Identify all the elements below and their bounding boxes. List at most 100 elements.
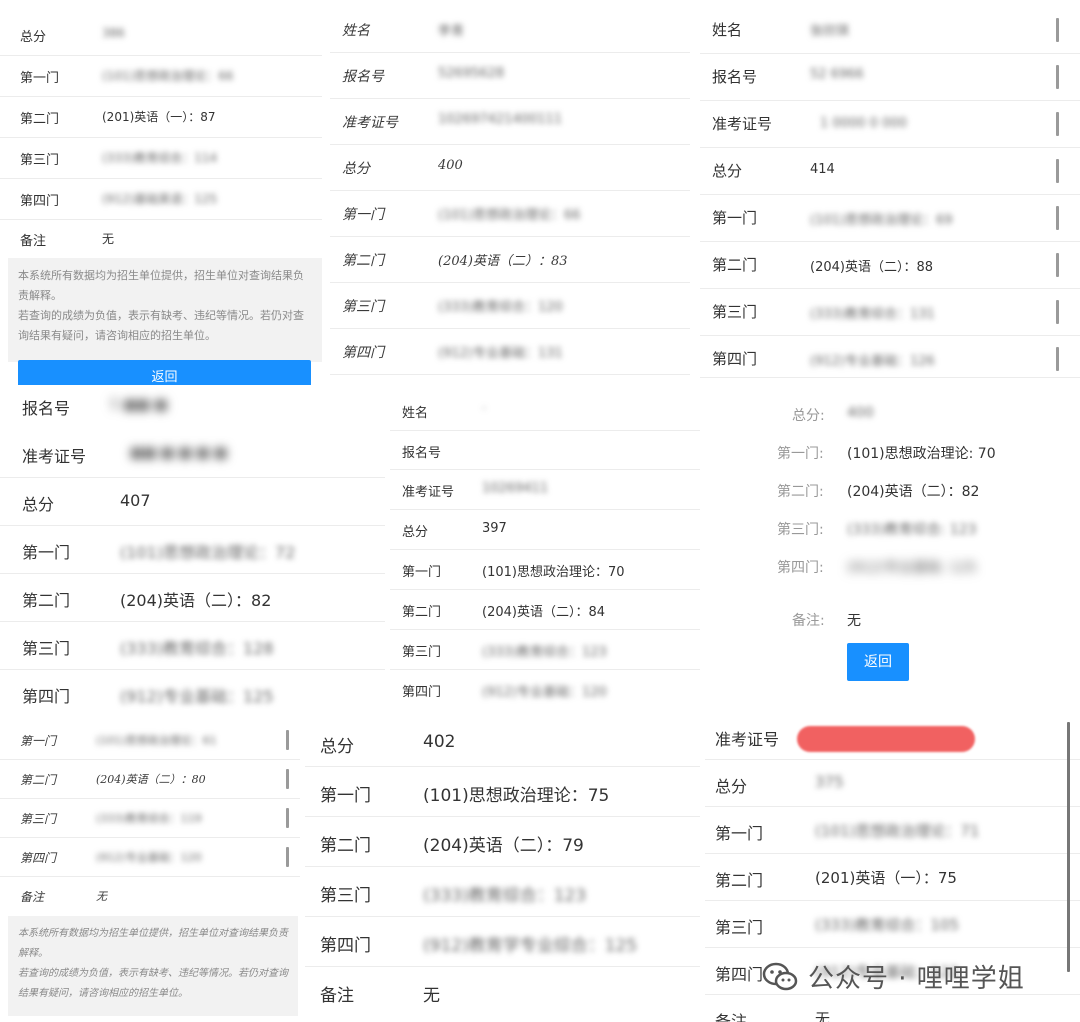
total-score-value: 414	[810, 162, 835, 177]
table-row: 第四门 (912)专业基础：120	[390, 669, 700, 709]
total-score-value: 407	[120, 491, 151, 510]
row-label: 第四门	[402, 685, 442, 700]
exam-ticket-value: 1 0000 0 000	[820, 116, 907, 131]
scrollbar-mark	[1056, 65, 1059, 89]
table-row: 第四门 (912)专业基础：126	[700, 335, 1080, 378]
score-panel-6: 总分: 400 第一门: (101)思想政治理论: 70 第二门: (204)英…	[705, 390, 1080, 700]
table-row: 第四门 (912)专业基础：120	[0, 837, 300, 877]
table-row: 第四门 (912)基础英语：125	[0, 178, 322, 220]
table-row: 第一门 (101)思想政治理论：61	[0, 720, 300, 760]
score-panel-8: 总分 402 第一门 (101)思想政治理论：75 第二门 (204)英语（二）…	[305, 718, 700, 1022]
row-label: 备注	[715, 1012, 748, 1022]
row-label: 准考证号	[342, 115, 398, 131]
row-label: 第一门	[320, 786, 371, 806]
table-row: 备注 无	[305, 966, 700, 1016]
score-panel-2: 姓名 李青 报名号 52695628 准考证号 102697421400111 …	[330, 0, 690, 380]
table-row: 第一门 (101)思想政治理论：66	[0, 55, 322, 97]
row-label: 总分	[715, 777, 748, 796]
table-row: 备注 无	[0, 876, 300, 914]
subject-3-value: (333)教育综合：105	[815, 916, 959, 934]
row-label: 第四门	[712, 350, 758, 368]
name-value: ·	[482, 402, 487, 417]
table-row: 第二门 (201)英语（一）：75	[705, 853, 1080, 901]
scrollbar-mark	[1056, 253, 1059, 277]
row-label: 第一门	[342, 207, 384, 223]
row-label: 总分	[342, 161, 370, 177]
subject-4-value: (912)专业基础：131	[438, 346, 563, 361]
score-panel-3: 姓名 张欣琪 报名号 52 6966 准考证号 1 0000 0 000 总分 …	[700, 0, 1080, 385]
scrollbar-mark	[1056, 206, 1059, 230]
subject-3-value: (333)教育综合：120	[438, 300, 563, 315]
table-row: 准考证号	[705, 712, 1080, 760]
row-label: 准考证号	[715, 730, 780, 749]
name-value: 张欣琪	[810, 24, 850, 39]
subject-1-value: (101)思想政治理论: 70	[847, 446, 996, 462]
subject-2-value: (201)英语（一）：87	[102, 110, 216, 124]
table-row: 第二门 (204)英语（二）：83	[330, 236, 690, 283]
subject-1-value: (101)思想政治理论：61	[96, 734, 217, 747]
subject-3-value: (333)教育综合：131	[810, 307, 935, 322]
notice-text: 本系统所有数据均为招生单位提供，招生单位对查询结果负责解释。	[18, 928, 288, 959]
table-row: 第二门 (204)英语（二）：79	[305, 816, 700, 867]
row-label: 第四门	[320, 936, 371, 956]
total-score-value: 402	[423, 732, 456, 752]
table-row: 第一门 (101)思想政治理论：71	[705, 806, 1080, 854]
row-label: 第二门	[20, 112, 60, 127]
table-row: 第一门 (101)思想政治理论：69	[700, 194, 1080, 242]
subject-1-value: (101)思想政治理论：66	[102, 69, 234, 83]
exam-ticket-value: 102697421400111	[438, 112, 563, 127]
row-label: 第一门:	[777, 446, 824, 462]
scrollbar-mark	[286, 808, 289, 828]
remark-value: 无	[102, 232, 115, 246]
table-row: 总分 414	[700, 147, 1080, 195]
table-row: 总分 400	[330, 144, 690, 191]
subject-3-value: (333)教育综合：114	[102, 151, 218, 165]
scrollbar-mark	[1056, 347, 1059, 371]
table-row: 第二门 (204)英语（二）：82	[0, 573, 385, 622]
table-row: 第三门 (333)教育综合：123	[390, 629, 700, 670]
subject-1-value: (101)思想政治理论：75	[423, 786, 610, 806]
subject-3-value: (333)教育综合：119	[96, 812, 202, 825]
notice-text: 若查询的成绩为负值，表示有缺考、违纪等情况。若仍对查询结果有疑问，请咨询相应的招…	[18, 309, 304, 342]
row-label: 报名号	[712, 68, 758, 86]
row-label: 报名号	[402, 446, 442, 461]
row-label: 姓名	[342, 23, 370, 39]
subject-3-value: (333)教育综合：123	[482, 645, 607, 660]
table-row: 第三门 (333)教育综合：123	[305, 866, 700, 917]
row-label: 备注	[320, 986, 354, 1006]
row-label: 第四门:	[777, 560, 824, 576]
table-row: 准考证号 1 0000 0 000	[700, 100, 1080, 148]
row-label: 第一门	[20, 734, 57, 748]
table-row: 第四门 (912)教育学专业综合：125	[305, 916, 700, 967]
row-label: 第三门	[320, 886, 371, 906]
row-label: 第一门	[20, 71, 60, 86]
back-button[interactable]: 返回	[847, 643, 909, 681]
row-label: 总分	[20, 30, 47, 45]
back-button[interactable]: 返回	[18, 360, 311, 385]
exam-ticket-value: ■■ ■ ■ ■ ■	[130, 445, 228, 461]
subject-2-value: (204)英语（二）：84	[482, 605, 605, 620]
row-label: 总分:	[792, 408, 825, 424]
total-score-value: 400	[847, 405, 874, 421]
subject-3-value: (333)教育综合：128	[120, 639, 274, 658]
total-score-value: 375	[815, 773, 844, 791]
row-label: 姓名	[402, 406, 429, 421]
total-score-value: 397	[482, 521, 507, 536]
total-score-value: 386	[102, 26, 125, 40]
row-label: 准考证号	[22, 447, 87, 466]
remark-value: 无	[815, 1010, 831, 1022]
table-row: 第四门 (912)专业基础：125	[0, 669, 385, 715]
subject-4-value: (912)专业基础：125	[120, 687, 274, 706]
table-row: 第三门 (333)教育综合：105	[705, 900, 1080, 948]
row-label: 第三门	[402, 645, 442, 660]
scrollbar-mark	[286, 769, 289, 789]
row-label: 准考证号	[712, 115, 773, 133]
score-panel-4: 报名号 5 ■■ ■ 准考证号 ■■ ■ ■ ■ ■ 总分 407 第一门 (1…	[0, 385, 385, 715]
subject-2-value: (204)英语（二）：80	[96, 773, 206, 786]
table-row: 姓名 李青	[330, 6, 690, 53]
table-row: 姓名 ·	[390, 390, 700, 431]
table-row: 第三门 (333)教育综合：128	[0, 621, 385, 670]
subject-4-value: (912)专业基础: 125	[847, 560, 977, 576]
row-label: 第二门	[342, 253, 384, 269]
remark-value: 无	[96, 890, 107, 903]
